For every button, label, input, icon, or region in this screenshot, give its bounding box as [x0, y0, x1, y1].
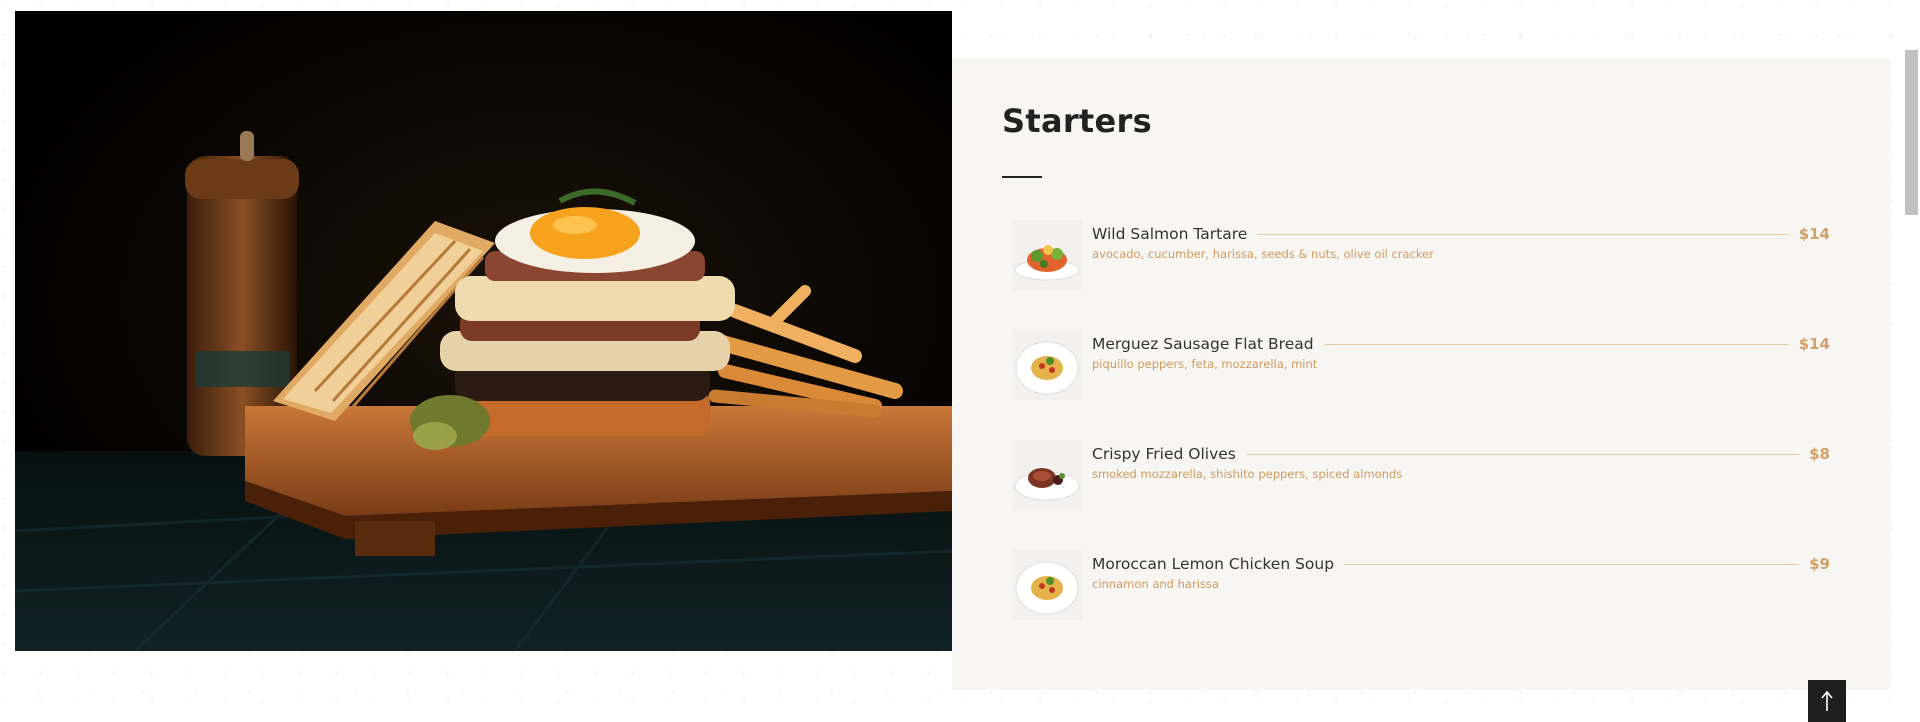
menu-item-description: avocado, cucumber, harissa, seeds & nuts…	[1092, 247, 1434, 261]
menu-item: Moroccan Lemon Chicken Soup $9 cinnamon …	[1012, 550, 1830, 660]
menu-item-thumbnail[interactable]	[1012, 440, 1082, 510]
menu-item-leader-line	[1344, 563, 1800, 565]
hero-sandwich-photo	[15, 11, 952, 651]
sandwich-illustration	[15, 11, 952, 651]
menu-item-leader-line	[1257, 233, 1789, 235]
menu-item-name[interactable]: Moroccan Lemon Chicken Soup	[1092, 555, 1334, 573]
menu-item-thumbnail[interactable]	[1012, 220, 1082, 290]
title-divider	[1002, 176, 1042, 178]
pasta-plate-icon	[1012, 330, 1082, 400]
menu-item-name[interactable]: Crispy Fried Olives	[1092, 445, 1236, 463]
menu-item-description: piquillo peppers, feta, mozzarella, mint	[1092, 357, 1318, 371]
menu-item-price: $14	[1798, 335, 1830, 353]
back-to-top-button[interactable]	[1808, 680, 1846, 722]
scrollbar-thumb[interactable]	[1905, 50, 1918, 215]
menu-item-header: Moroccan Lemon Chicken Soup $9	[1092, 552, 1830, 576]
menu-item-price: $14	[1798, 225, 1830, 243]
menu-item-name[interactable]: Wild Salmon Tartare	[1092, 225, 1247, 243]
menu-item-price: $8	[1809, 445, 1830, 463]
arrow-up-icon	[1821, 690, 1833, 711]
starters-menu-panel: Starters Wild Salmon Tartare $14 avocado…	[952, 58, 1890, 690]
menu-item-header: Wild Salmon Tartare $14	[1092, 222, 1830, 246]
menu-item-price: $9	[1809, 555, 1830, 573]
menu-item-thumbnail[interactable]	[1012, 550, 1082, 620]
menu-item-header: Crispy Fried Olives $8	[1092, 442, 1830, 466]
menu-item: Merguez Sausage Flat Bread $14 piquillo …	[1012, 330, 1830, 440]
menu-item-description: cinnamon and harissa	[1092, 577, 1219, 591]
salad-plate-icon	[1012, 220, 1082, 290]
menu-item-thumbnail[interactable]	[1012, 330, 1082, 400]
menu-item: Crispy Fried Olives $8 smoked mozzarella…	[1012, 440, 1830, 550]
menu-item-header: Merguez Sausage Flat Bread $14	[1092, 332, 1830, 356]
menu-item: Wild Salmon Tartare $14 avocado, cucumbe…	[1012, 220, 1830, 330]
menu-item-leader-line	[1323, 343, 1789, 345]
section-title: Starters	[1002, 102, 1152, 140]
pasta-plate-icon	[1012, 550, 1082, 620]
menu-item-description: smoked mozzarella, shishito peppers, spi…	[1092, 467, 1403, 481]
meat-plate-icon	[1012, 440, 1082, 510]
menu-list: Wild Salmon Tartare $14 avocado, cucumbe…	[1012, 220, 1830, 660]
menu-item-leader-line	[1245, 453, 1800, 455]
menu-item-name[interactable]: Merguez Sausage Flat Bread	[1092, 335, 1314, 353]
